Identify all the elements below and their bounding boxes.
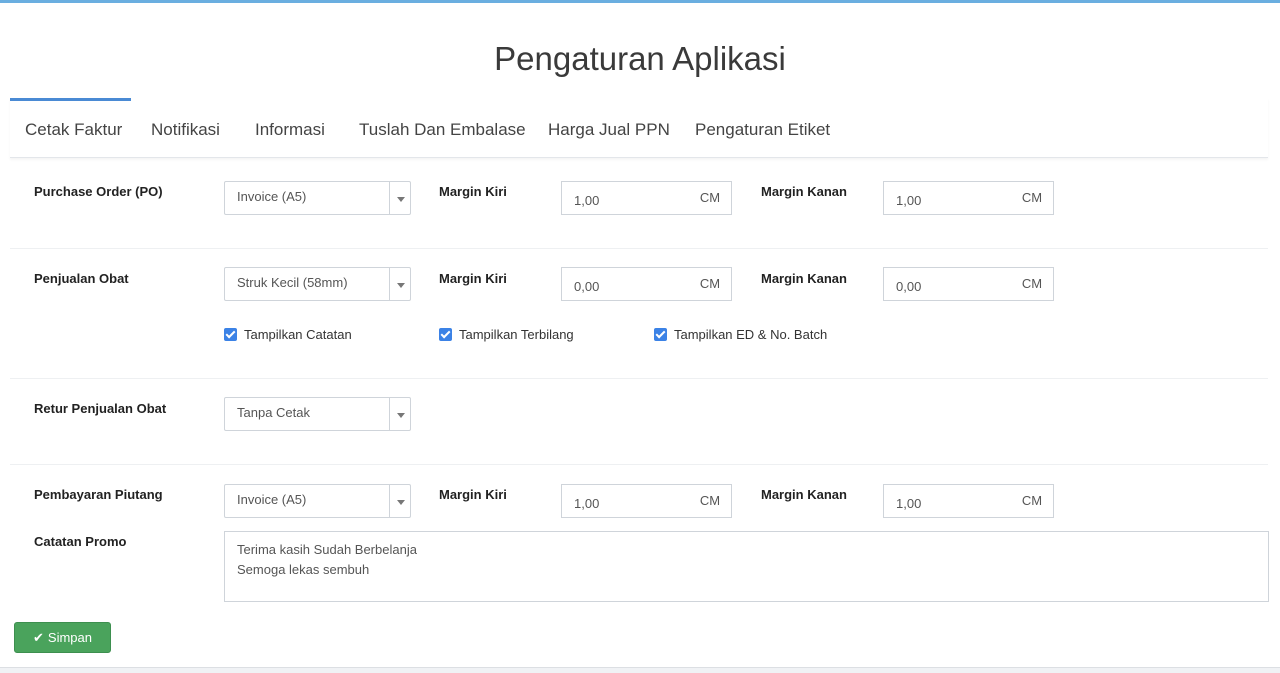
tab-pengaturan-etiket[interactable]: Pengaturan Etiket [680, 98, 845, 158]
retur-format-select[interactable]: Tanpa Cetak [224, 397, 411, 431]
divider [10, 378, 1268, 379]
po-margin-kanan-input[interactable]: 1,00 [883, 181, 1012, 215]
penjualan-margin-kanan-label: Margin Kanan [761, 271, 847, 286]
tab-cetak-faktur[interactable]: Cetak Faktur [10, 98, 131, 158]
penjualan-margin-kanan-unit: CM [1011, 267, 1054, 301]
penjualan-margin-kiri-input[interactable]: 0,00 [561, 267, 690, 301]
penjualan-format-value: Struk Kecil (58mm) [237, 275, 348, 290]
promo-line: Terima kasih Sudah Berbelanja [237, 542, 417, 557]
promo-line: Semoga lekas sembuh [237, 562, 370, 577]
page-title: Pengaturan Aplikasi [494, 40, 786, 77]
retur-label: Retur Penjualan Obat [34, 401, 167, 416]
piutang-format-select[interactable]: Invoice (A5) [224, 484, 411, 518]
penjualan-margin-kiri-label: Margin Kiri [439, 271, 507, 286]
checkbox-checked-icon [224, 328, 237, 341]
penjualan-margin-kiri-unit: CM [689, 267, 732, 301]
po-margin-kiri-input[interactable]: 1,00 [561, 181, 690, 215]
piutang-margin-kiri-unit: CM [689, 484, 732, 518]
penjualan-format-select[interactable]: Struk Kecil (58mm) [224, 267, 411, 301]
divider [10, 248, 1268, 249]
po-margin-kanan-label: Margin Kanan [761, 184, 847, 199]
po-margin-kiri-label: Margin Kiri [439, 184, 507, 199]
promo-label: Catatan Promo [34, 534, 127, 549]
tab-tuslah-dan-embalase[interactable]: Tuslah Dan Embalase [344, 98, 541, 158]
penjualan-label: Penjualan Obat [34, 271, 129, 286]
checkbox-label: Tampilkan ED & No. Batch [674, 327, 828, 342]
po-format-value: Invoice (A5) [237, 189, 307, 204]
settings-tabs: Cetak Faktur Notifikasi Informasi Tuslah… [10, 98, 1268, 158]
piutang-margin-kanan-unit: CM [1011, 484, 1054, 518]
piutang-margin-kiri-label: Margin Kiri [439, 487, 507, 502]
check-icon: ✔ [33, 630, 44, 645]
piutang-margin-kanan-input[interactable]: 1,00 [883, 484, 1012, 518]
chevron-down-icon [389, 182, 410, 214]
tab-notifikasi[interactable]: Notifikasi [136, 98, 235, 158]
checkbox-checked-icon [439, 328, 452, 341]
retur-format-value: Tanpa Cetak [237, 405, 310, 420]
tab-informasi[interactable]: Informasi [240, 98, 340, 158]
tab-harga-jual-ppn[interactable]: Harga Jual PPN [533, 98, 685, 158]
piutang-margin-kiri-input[interactable]: 1,00 [561, 484, 690, 518]
save-button[interactable]: ✔ Simpan [14, 622, 111, 653]
chevron-down-icon [389, 485, 410, 517]
divider [10, 464, 1268, 465]
piutang-format-value: Invoice (A5) [237, 492, 307, 507]
chevron-down-icon [389, 398, 410, 430]
po-label: Purchase Order (PO) [34, 184, 163, 199]
po-margin-kanan-unit: CM [1011, 181, 1054, 215]
penjualan-margin-kanan-input[interactable]: 0,00 [883, 267, 1012, 301]
checkbox-label: Tampilkan Terbilang [459, 327, 574, 342]
po-format-select[interactable]: Invoice (A5) [224, 181, 411, 215]
promo-textarea[interactable]: Terima kasih Sudah Berbelanja Semoga lek… [224, 531, 1269, 602]
checkbox-label: Tampilkan Catatan [244, 327, 352, 342]
po-margin-kiri-unit: CM [689, 181, 732, 215]
chevron-down-icon [389, 268, 410, 300]
save-button-label: Simpan [47, 630, 92, 645]
piutang-label: Pembayaran Piutang [34, 487, 163, 502]
piutang-margin-kanan-label: Margin Kanan [761, 487, 847, 502]
checkbox-checked-icon [654, 328, 667, 341]
